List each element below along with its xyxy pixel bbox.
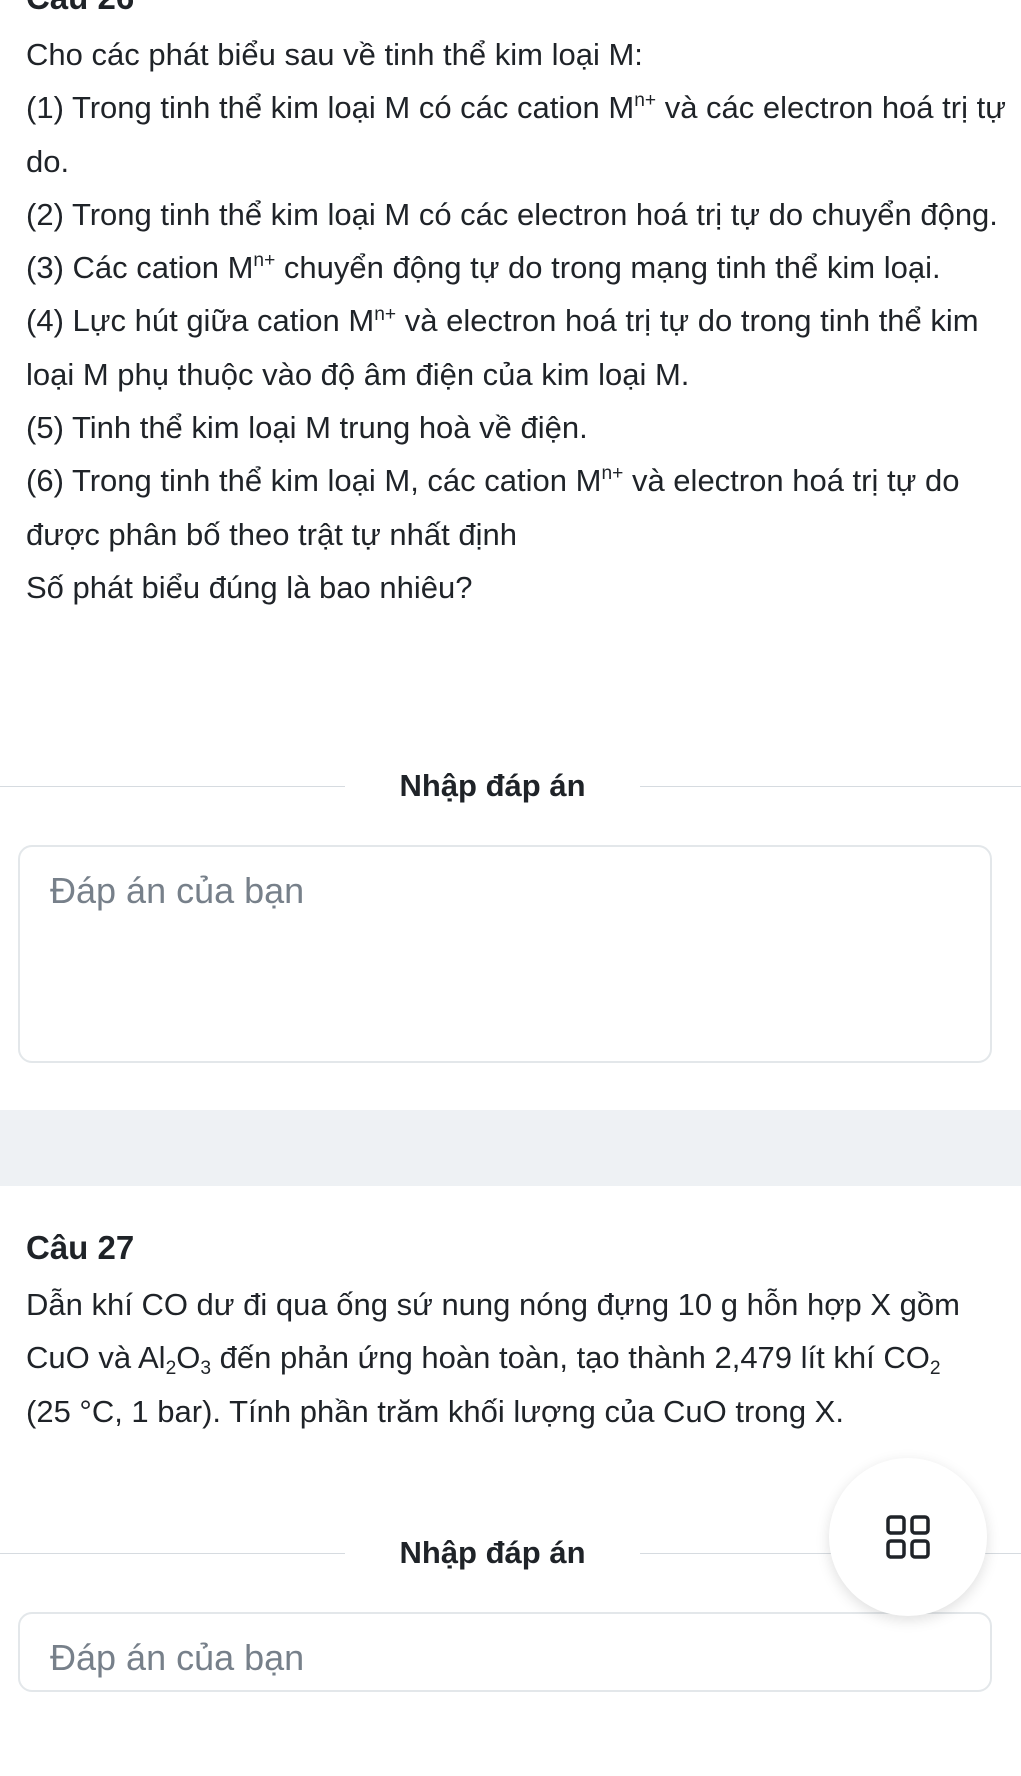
section-separator [0, 1110, 1021, 1186]
question-26-label: Câu 26 [26, 0, 1006, 18]
question-27: Câu 27 [26, 1228, 1006, 1268]
answer-heading-26: Nhập đáp án [0, 766, 1021, 806]
question-26-prompt: Số phát biểu đúng là bao nhiêu? [26, 569, 473, 605]
answer-heading-label: Nhập đáp án [399, 768, 586, 803]
question-27-body: Dẫn khí CO dư đi qua ống sứ nung nóng đự… [26, 1278, 986, 1438]
answer-input-26[interactable] [50, 869, 950, 1009]
statement-2: (2) Trong tinh thể kim loại M có các ele… [26, 196, 998, 232]
question-26: Câu 26 [26, 0, 1006, 18]
question-grid-button[interactable] [829, 1458, 987, 1616]
question-26-intro: Cho các phát biểu sau về tinh thể kim lo… [26, 37, 643, 72]
question-27-label: Câu 27 [26, 1229, 135, 1266]
divider-line [0, 786, 345, 787]
grid-icon [886, 1515, 930, 1559]
divider-line [640, 786, 1021, 787]
answer-input-27[interactable] [50, 1636, 950, 1776]
statement-4: (4) Lực hút giữa cation Mn+ và electron … [26, 303, 979, 392]
statement-5: (5) Tinh thể kim loại M trung hoà về điệ… [26, 410, 588, 446]
statement-1: (1) Trong tinh thể kim loại M có các cat… [26, 90, 1006, 179]
statement-6: (6) Trong tinh thể kim loại M, các catio… [26, 463, 960, 552]
statement-3: (3) Các cation Mn+ chuyển động tự do tro… [26, 250, 941, 286]
question-27-text: Dẫn khí CO dư đi qua ống sứ nung nóng đự… [26, 1287, 960, 1429]
divider-line [0, 1553, 345, 1554]
answer-box-27[interactable] [18, 1612, 992, 1776]
answer-heading-label: Nhập đáp án [399, 1535, 586, 1570]
answer-box-26[interactable] [18, 845, 992, 1063]
question-26-body: Cho các phát biểu sau về tinh thể kim lo… [26, 28, 1006, 614]
